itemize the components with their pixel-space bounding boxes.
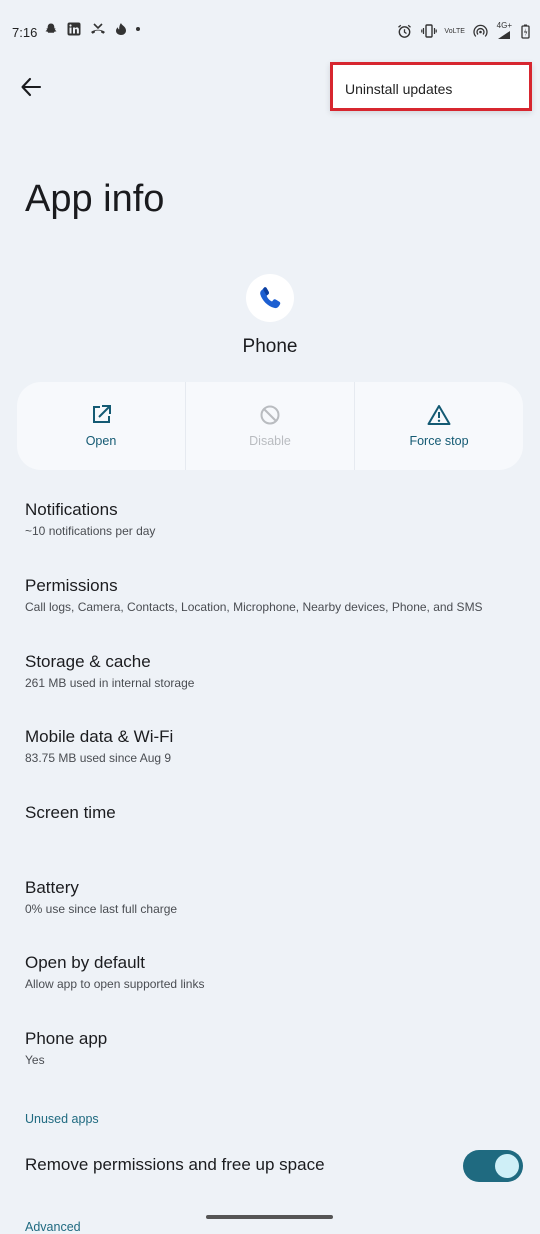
uninstall-updates-menu-item[interactable]: Uninstall updates [345,81,452,97]
tinder-icon [115,22,127,36]
force-stop-label: Force stop [409,434,469,448]
remove-permissions-label: Remove permissions and free up space [25,1155,325,1174]
back-button[interactable] [16,72,46,102]
status-bar: 7:16 VoLTE 4G+ [0,0,540,66]
settings-item-subtitle: 0% use since last full charge [25,902,178,916]
app-name: Phone [242,336,298,357]
signal-icon: 4G+ [497,22,512,40]
linkedin-icon [67,22,81,36]
unused-apps-header: Unused apps [25,1112,99,1126]
advanced-header: Advanced [25,1220,81,1234]
open-button[interactable]: Open [17,382,185,470]
settings-item-phone-app[interactable]: Phone app Yes [25,1029,525,1067]
settings-item-subtitle: Allow app to open supported links [25,977,205,991]
settings-item-subtitle: 83.75 MB used since Aug 9 [25,751,172,765]
missed-call-icon [90,22,106,36]
remove-permissions-toggle[interactable] [463,1150,523,1182]
disable-label: Disable [249,434,291,448]
settings-item-title: Screen time [25,803,116,822]
network-type-label: 4G+ [496,21,512,30]
settings-item-subtitle: 261 MB used in internal storage [25,676,195,690]
disable-button[interactable]: Disable [185,382,354,470]
open-external-icon [93,405,111,423]
settings-item-title: Battery [25,878,79,897]
app-icon [246,274,294,322]
volte-icon: VoLTE [444,27,465,35]
vibrate-icon [420,24,437,38]
settings-item-subtitle: Yes [25,1053,45,1067]
phone-app-icon [260,287,281,309]
status-time: 7:16 [12,25,38,40]
overflow-menu: Uninstall updates [330,62,532,111]
settings-item-title: Permissions [25,576,118,595]
force-stop-button[interactable]: Force stop [354,382,523,470]
hotspot-icon [473,24,488,38]
settings-item-title: Phone app [25,1029,108,1048]
alarm-icon [397,24,412,39]
battery-icon [521,24,530,39]
settings-item-notifications[interactable]: Notifications ~10 notifications per day [25,500,525,538]
settings-item-battery[interactable]: Battery 0% use since last full charge [25,878,525,916]
more-notifications-dot [136,27,140,31]
disable-icon [260,405,280,425]
settings-item-permissions[interactable]: Permissions Call logs, Camera, Contacts,… [25,576,525,614]
action-buttons-bar: Open Disable Force stop [17,382,523,470]
remove-permissions-row[interactable]: Remove permissions and free up space [25,1155,525,1175]
settings-item-subtitle: Call logs, Camera, Contacts, Location, M… [25,600,483,614]
back-arrow-icon [21,77,42,97]
toggle-knob [495,1154,519,1178]
settings-item-title: Open by default [25,953,146,972]
settings-item-screen-time[interactable]: Screen time [25,803,525,823]
settings-item-title: Mobile data & Wi-Fi [25,727,174,746]
home-indicator[interactable] [206,1215,333,1219]
settings-item-storage[interactable]: Storage & cache 261 MB used in internal … [25,652,525,690]
settings-item-title: Notifications [25,500,118,519]
settings-item-subtitle: ~10 notifications per day [25,524,156,538]
page-title: App info [25,178,165,220]
warning-icon [427,405,451,425]
settings-item-open-by-default[interactable]: Open by default Allow app to open suppor… [25,953,525,991]
settings-item-title: Storage & cache [25,652,151,671]
snapchat-icon [44,22,58,36]
settings-item-mobile-data[interactable]: Mobile data & Wi-Fi 83.75 MB used since … [25,727,525,765]
open-label: Open [85,434,117,448]
